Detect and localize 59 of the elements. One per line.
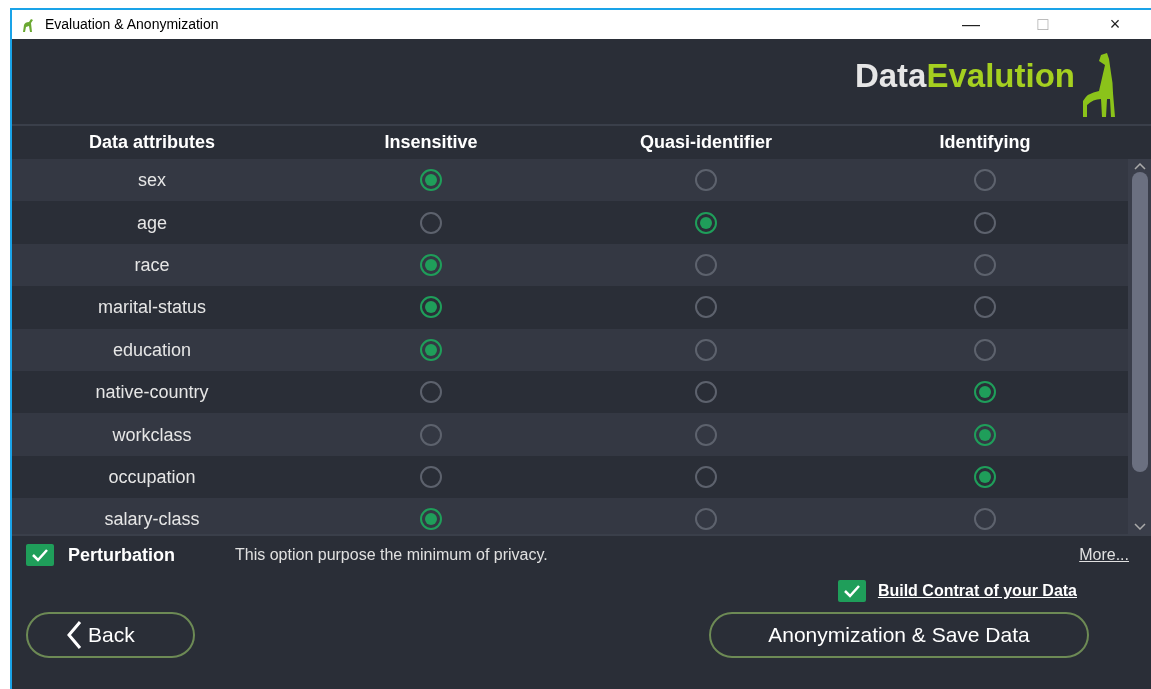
- attribute-name: sex: [138, 170, 166, 191]
- attribute-name: marital-status: [98, 297, 206, 318]
- radio-button[interactable]: [420, 423, 442, 446]
- radio-button[interactable]: [695, 423, 717, 446]
- radio-button[interactable]: [420, 381, 442, 404]
- radio-button[interactable]: [974, 296, 996, 319]
- radio-button[interactable]: [974, 508, 996, 531]
- column-header: Data attributes: [89, 131, 215, 154]
- back-button[interactable]: Back: [26, 612, 195, 658]
- radio-button[interactable]: [974, 169, 996, 192]
- radio-button[interactable]: [695, 508, 717, 531]
- column-header: Quasi-identifier: [640, 131, 772, 154]
- attribute-name: workclass: [112, 424, 192, 445]
- window-title: Evaluation & Anonymization: [45, 15, 219, 34]
- description-text: This option purpose the minimum of privacy.: [235, 545, 548, 565]
- save-button[interactable]: Anonymization & Save Data: [709, 612, 1089, 658]
- attribute-name: occupation: [108, 466, 196, 487]
- radio-button[interactable]: [695, 338, 717, 361]
- radio-button[interactable]: [420, 296, 442, 319]
- attribute-name: education: [112, 339, 192, 360]
- attribute-name: salary-class: [104, 509, 200, 530]
- attribute-name: native-country: [95, 382, 209, 403]
- radio-button[interactable]: [695, 169, 717, 192]
- radio-button[interactable]: [420, 465, 442, 488]
- column-header: Insensitive: [384, 131, 478, 154]
- logo-text: DataEvalution: [854, 59, 1075, 92]
- minimize-button[interactable]: —: [935, 10, 1007, 39]
- radio-button[interactable]: [974, 338, 996, 361]
- radio-button[interactable]: [974, 253, 996, 276]
- radio-button[interactable]: [695, 381, 717, 404]
- more-link[interactable]: More...: [1079, 543, 1129, 567]
- radio-button[interactable]: [420, 169, 442, 192]
- radio-button[interactable]: [974, 211, 996, 234]
- scrollbar-thumb[interactable]: [1131, 172, 1148, 472]
- radio-button[interactable]: [974, 465, 996, 488]
- radio-button[interactable]: [695, 465, 717, 488]
- checkbox-label: Perturbation: [68, 543, 175, 567]
- scrollbar[interactable]: [1128, 159, 1151, 534]
- column-header: Identifying: [939, 131, 1031, 154]
- radio-button[interactable]: [420, 253, 442, 276]
- chevron-left-icon: [66, 620, 82, 650]
- radio-button[interactable]: [420, 508, 442, 531]
- radio-button[interactable]: [974, 381, 996, 404]
- radio-button[interactable]: [420, 211, 442, 234]
- attribute-name: age: [136, 212, 167, 233]
- close-button[interactable]: ×: [1079, 10, 1151, 39]
- scroll-down-icon[interactable]: [1133, 523, 1146, 530]
- checkbox[interactable]: [26, 544, 54, 566]
- radio-button[interactable]: [695, 211, 717, 234]
- contrast-link[interactable]: Build Contrat of your Data: [877, 579, 1077, 603]
- radio-button[interactable]: [420, 338, 442, 361]
- radio-button[interactable]: [695, 296, 717, 319]
- radio-button[interactable]: [974, 423, 996, 446]
- radio-button[interactable]: [695, 253, 717, 276]
- scroll-up-icon[interactable]: [1133, 163, 1146, 170]
- check-icon: [842, 584, 861, 598]
- attribute-name: race: [134, 254, 170, 275]
- checkbox[interactable]: [837, 580, 866, 602]
- check-icon: [31, 548, 49, 562]
